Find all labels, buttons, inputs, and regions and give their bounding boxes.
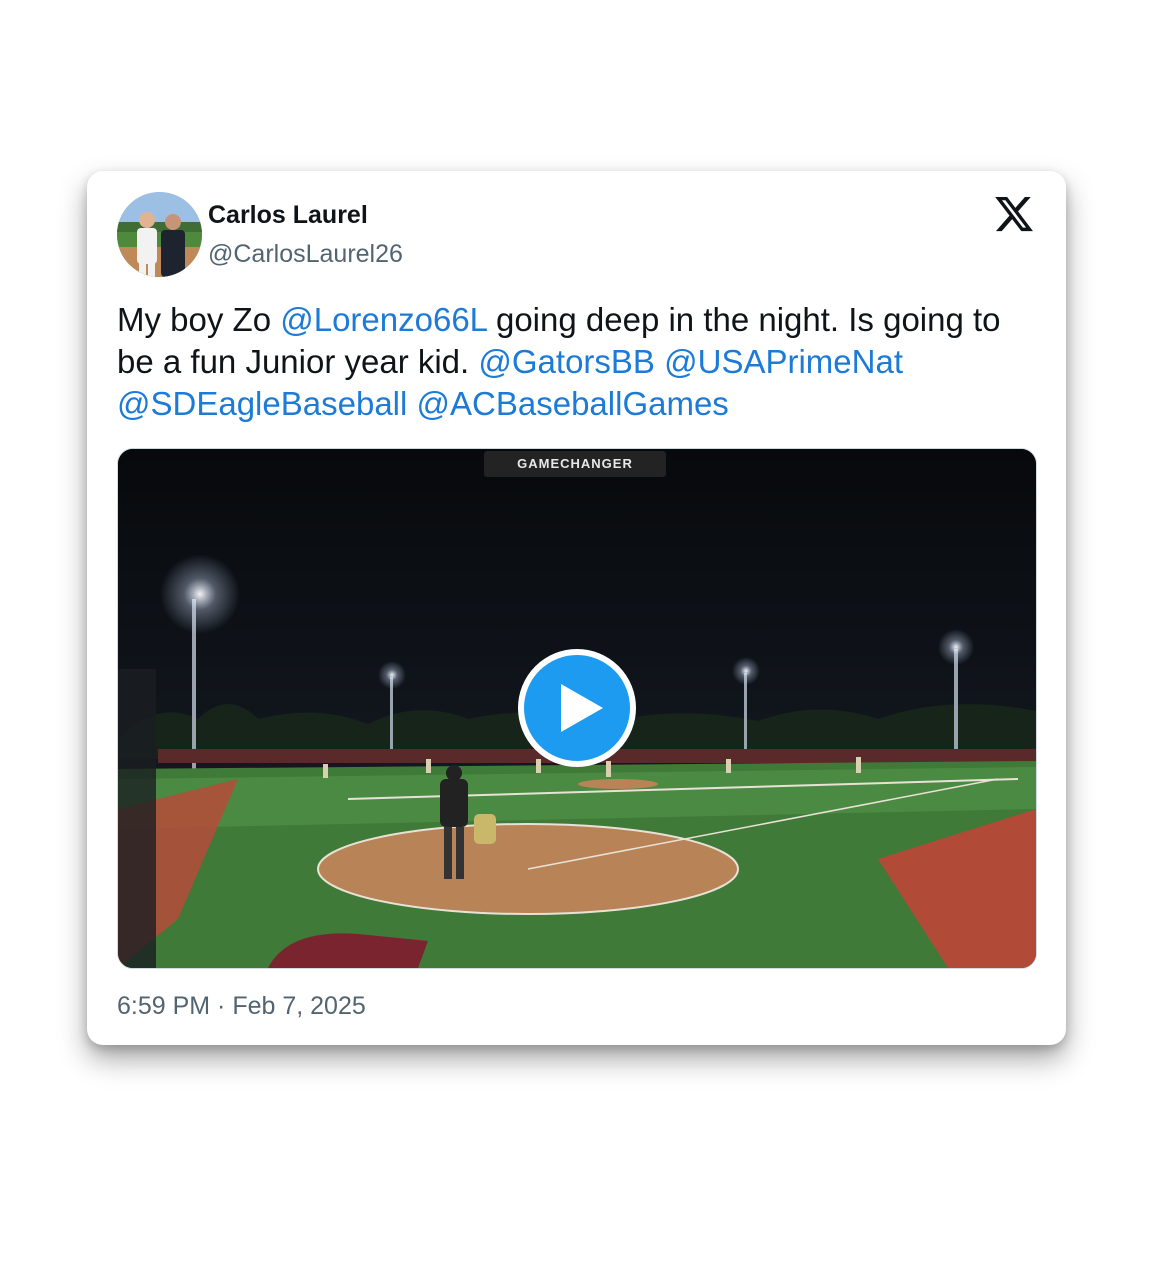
- mention-link[interactable]: @SDEagleBaseball: [117, 385, 407, 422]
- tweet-text-part: My boy Zo: [117, 301, 281, 338]
- mention-link[interactable]: @USAPrimeNat: [664, 343, 903, 380]
- tweet-text: My boy Zo @Lorenzo66L going deep in the …: [117, 299, 1042, 425]
- tweet-timestamp[interactable]: 6:59 PM · Feb 7, 2025: [117, 992, 366, 1021]
- author-handle[interactable]: @CarlosLaurel26: [208, 240, 403, 269]
- play-icon[interactable]: [517, 648, 637, 768]
- mention-link[interactable]: @ACBaseballGames: [417, 385, 729, 422]
- author-name[interactable]: Carlos Laurel: [208, 201, 368, 230]
- video-player[interactable]: GAMECHANGER: [117, 448, 1037, 969]
- author-avatar[interactable]: [117, 192, 202, 277]
- mention-link[interactable]: @GatorsBB: [478, 343, 655, 380]
- tweet-card: Carlos Laurel @CarlosLaurel26 My boy Zo …: [87, 171, 1066, 1045]
- gamechanger-watermark: GAMECHANGER: [484, 451, 666, 477]
- avatar-photo: [117, 192, 202, 277]
- x-logo-icon[interactable]: [993, 193, 1035, 235]
- mention-link[interactable]: @Lorenzo66L: [280, 301, 487, 338]
